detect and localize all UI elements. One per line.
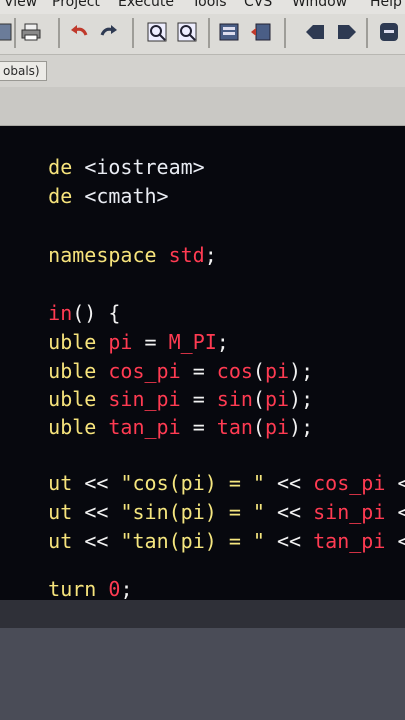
grid-icon[interactable] bbox=[0, 21, 14, 43]
editor-tab-strip bbox=[0, 87, 405, 127]
code-token: pi bbox=[264, 415, 290, 439]
menu-view[interactable]: View bbox=[4, 0, 37, 10]
code-token: << bbox=[277, 529, 302, 553]
toolbar-separator bbox=[208, 18, 210, 48]
find-icon[interactable] bbox=[146, 21, 168, 43]
menu-window[interactable]: Window bbox=[292, 0, 347, 10]
code-token: tan_pi bbox=[313, 529, 386, 553]
code-token: tan_pi bbox=[108, 415, 181, 439]
close-icon[interactable] bbox=[378, 21, 400, 43]
menu-help[interactable]: Help bbox=[370, 0, 402, 10]
code-token: turn bbox=[48, 577, 97, 600]
menu-execute[interactable]: Execute bbox=[118, 0, 174, 10]
code-token: std bbox=[168, 243, 205, 267]
code-token: de bbox=[48, 184, 73, 208]
code-token: << bbox=[397, 529, 405, 553]
code-token: = bbox=[192, 415, 205, 439]
code-token: ; bbox=[120, 577, 133, 600]
code-token: "tan(pi) = " bbox=[120, 529, 265, 553]
code-line-12: turn 0; bbox=[0, 550, 132, 600]
horizontal-scrollbar[interactable] bbox=[0, 600, 405, 628]
code-token: ); bbox=[289, 415, 314, 439]
toolbar-separator bbox=[284, 18, 286, 48]
code-editor[interactable]: de <iostream> de <cmath> namespace std; … bbox=[0, 126, 405, 600]
scope-bar: obals) bbox=[0, 55, 405, 87]
bottom-panel bbox=[0, 600, 405, 720]
menu-bar: View Project Execute Tools CVS Window He… bbox=[0, 0, 405, 14]
code-token: ; bbox=[204, 243, 217, 267]
window-next-icon[interactable] bbox=[336, 21, 358, 43]
window-prev-icon[interactable] bbox=[304, 21, 326, 43]
toolbar-separator bbox=[14, 18, 16, 48]
redo-icon[interactable] bbox=[98, 21, 120, 43]
code-token: 0 bbox=[108, 577, 121, 600]
code-token: uble bbox=[48, 415, 97, 439]
code-token: namespace bbox=[48, 243, 157, 267]
toolbar bbox=[0, 14, 405, 55]
menu-cvs[interactable]: CVS bbox=[244, 0, 272, 10]
undo-icon[interactable] bbox=[68, 21, 90, 43]
toolbar-separator bbox=[132, 18, 134, 48]
scope-dropdown[interactable]: obals) bbox=[0, 61, 47, 81]
layout-icon[interactable] bbox=[218, 21, 240, 43]
menu-project[interactable]: Project bbox=[52, 0, 100, 10]
code-token: <cmath> bbox=[84, 184, 169, 208]
goto-icon[interactable] bbox=[250, 21, 272, 43]
toolbar-separator bbox=[58, 18, 60, 48]
toolbar-separator bbox=[366, 18, 368, 48]
code-token: ( bbox=[252, 415, 265, 439]
code-token: tan bbox=[216, 415, 253, 439]
replace-icon[interactable] bbox=[176, 21, 198, 43]
print-icon[interactable] bbox=[20, 21, 42, 43]
menu-tools[interactable]: Tools bbox=[192, 0, 227, 10]
